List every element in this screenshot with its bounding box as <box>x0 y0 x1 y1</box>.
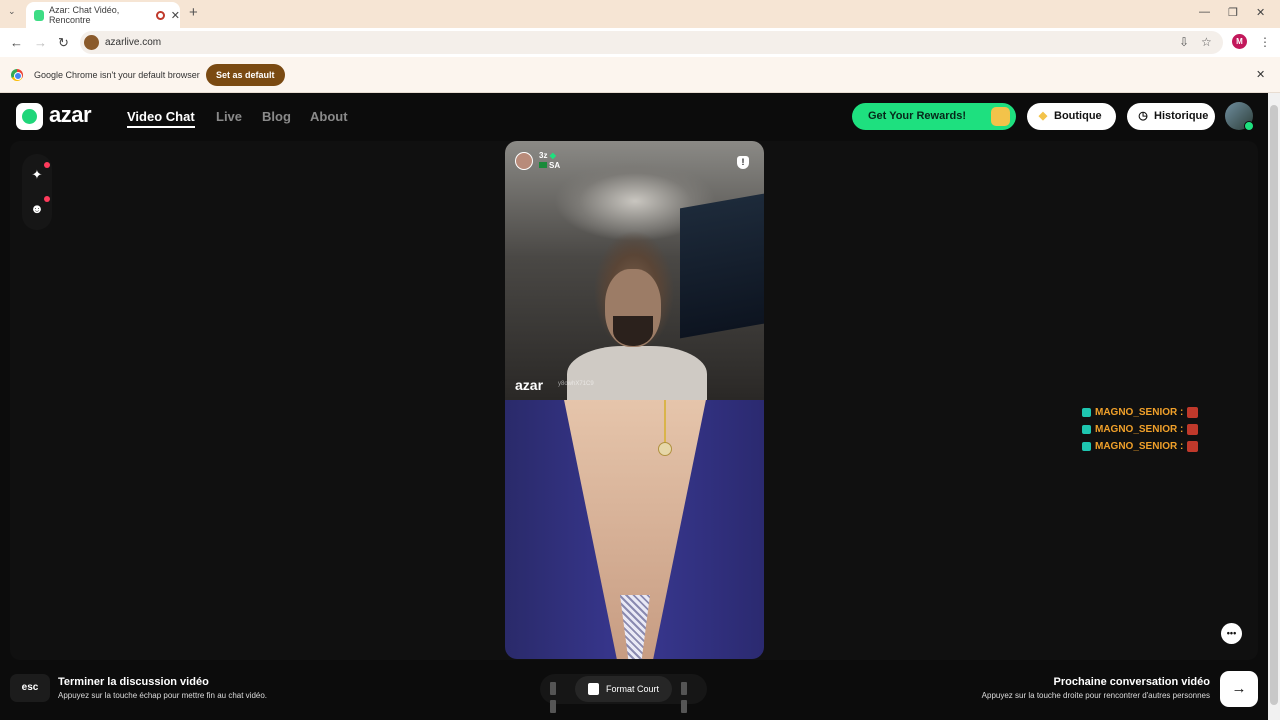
end-chat-hint: Appuyez sur la touche échap pour mettre … <box>58 691 268 700</box>
nav-about[interactable]: About <box>310 109 348 124</box>
clock-icon: ◷ <box>1138 110 1148 122</box>
side-toolbar: ✦ ☻ <box>22 154 52 230</box>
person-beard <box>613 316 653 346</box>
end-chat-title: Terminer la discussion vidéo <box>58 676 209 688</box>
user-avatar[interactable] <box>1225 102 1254 131</box>
chat-username: MAGNO_SENIOR : <box>1095 407 1184 418</box>
restore-icon[interactable]: ❐ <box>1228 6 1238 19</box>
chat-message: MAGNO_SENIOR : <box>1082 421 1199 438</box>
chat-bubble-icon[interactable]: ••• <box>1221 623 1242 644</box>
country-flag-icon <box>539 162 547 168</box>
azar-logo-text[interactable]: azar <box>49 102 92 128</box>
gift-sticker-icon <box>1187 424 1199 435</box>
app-header: azar Video Chat Live Blog About Get Your… <box>0 93 1268 140</box>
esc-key-button[interactable]: esc <box>10 674 50 702</box>
azar-logo-icon[interactable] <box>16 103 43 130</box>
address-bar[interactable]: azarlive.com <box>80 31 1223 54</box>
reload-icon[interactable]: ↻ <box>58 35 69 51</box>
next-chat-title: Prochaine conversation vidéo <box>1053 676 1211 688</box>
next-chat-hint: Appuyez sur la touche droite pour rencon… <box>981 691 1210 700</box>
url-text: azarlive.com <box>105 37 162 48</box>
format-label: Format Court <box>606 684 660 694</box>
tab-search-chevron-icon[interactable]: ⌄ <box>8 6 16 17</box>
infobar-close-icon[interactable]: ✕ <box>1256 68 1265 81</box>
set-default-button[interactable]: Set as default <box>206 64 285 86</box>
minimize-icon[interactable]: — <box>1199 6 1210 18</box>
notification-dot <box>44 196 50 202</box>
bookmark-star-icon[interactable]: ☆ <box>1201 35 1212 49</box>
browser-toolbar: ← → ↻ azarlive.com ⇩ ☆ ⋮ <box>0 28 1280 57</box>
chat-username: MAGNO_SENIOR : <box>1095 424 1184 435</box>
format-court-button[interactable]: Format Court <box>575 676 672 702</box>
gift-sticker-icon <box>1187 407 1199 418</box>
car-window <box>680 193 764 339</box>
azar-favicon-icon <box>34 9 44 21</box>
close-window-icon[interactable]: ✕ <box>1256 6 1265 19</box>
verified-shield-icon: ◆ <box>549 151 556 160</box>
browser-tab-strip: ⌄ Azar: Chat Vidéo, Rencontre ✕ + — ❐ ✕ <box>0 0 1280 28</box>
necklace-chain <box>664 400 666 445</box>
diamond-icon: ◆ <box>1038 110 1048 122</box>
report-icon[interactable]: ! <box>737 156 749 169</box>
tab-title: Azar: Chat Vidéo, Rencontre <box>48 5 120 25</box>
peer-name: 3z <box>539 151 548 160</box>
chat-messages: MAGNO_SENIOR : MAGNO_SENIOR : MAGNO_SENI… <box>1082 404 1199 455</box>
page-scrollbar[interactable] <box>1268 93 1280 720</box>
grid-format-icon[interactable] <box>681 682 695 713</box>
short-format-icon <box>588 683 599 695</box>
boutique-label: Boutique <box>1054 110 1102 122</box>
local-video <box>505 400 764 659</box>
install-app-icon[interactable]: ⇩ <box>1179 35 1189 49</box>
chat-username: MAGNO_SENIOR : <box>1095 441 1184 452</box>
nav-live[interactable]: Live <box>216 109 242 124</box>
recording-icon <box>156 10 165 20</box>
site-info-icon[interactable] <box>84 35 99 50</box>
scrollbar-thumb[interactable] <box>1270 105 1278 705</box>
peer-country: SA <box>549 161 561 170</box>
peer-info[interactable]: 3z ◆ SA <box>515 151 560 171</box>
history-label: Historique <box>1154 110 1209 122</box>
nav-video-chat[interactable]: Video Chat <box>127 109 195 128</box>
necklace-pendant <box>658 442 672 456</box>
default-browser-infobar: Google Chrome isn't your default browser… <box>0 57 1280 93</box>
chrome-logo-icon <box>11 69 23 81</box>
gift-sticker-icon <box>1187 441 1199 452</box>
chrome-menu-icon[interactable]: ⋮ <box>1259 35 1271 49</box>
user-badge-icon <box>1082 425 1091 434</box>
browser-tab[interactable]: Azar: Chat Vidéo, Rencontre ✕ <box>26 2 180 28</box>
nav-blog[interactable]: Blog <box>262 109 291 124</box>
boutique-button[interactable]: ◆ Boutique <box>1027 103 1116 130</box>
infobar-text: Google Chrome isn't your default browser <box>34 70 200 80</box>
forward-icon[interactable]: → <box>34 35 47 50</box>
split-format-icon[interactable] <box>550 682 564 713</box>
chrome-profile-avatar[interactable]: M <box>1232 34 1247 49</box>
watermark-id: y8owhX71C9 <box>558 381 594 387</box>
chat-message: MAGNO_SENIOR : <box>1082 404 1199 421</box>
rewards-label: Get Your Rewards! <box>868 110 967 122</box>
format-selector: Format Court <box>540 674 707 713</box>
notification-dot <box>44 162 50 168</box>
user-badge-icon <box>1082 408 1091 417</box>
peer-avatar[interactable] <box>515 152 533 170</box>
person-shirt <box>567 346 707 400</box>
new-tab-icon[interactable]: + <box>189 4 198 21</box>
sticker-face-icon[interactable]: ☻ <box>29 196 50 217</box>
video-watermark: azar <box>515 377 544 393</box>
back-icon[interactable]: ← <box>10 35 23 50</box>
history-button[interactable]: ◷ Historique <box>1127 103 1215 130</box>
remote-video: 3z ◆ SA ! azar y8owhX71C9 <box>505 141 764 400</box>
gift-icon <box>991 107 1010 126</box>
rewards-button[interactable]: Get Your Rewards! <box>852 103 1016 130</box>
next-arrow-button[interactable]: → <box>1220 671 1258 707</box>
user-badge-icon <box>1082 442 1091 451</box>
close-tab-icon[interactable]: ✕ <box>171 9 180 22</box>
chat-message: MAGNO_SENIOR : <box>1082 438 1199 455</box>
effects-sparkle-icon[interactable]: ✦ <box>29 162 50 183</box>
